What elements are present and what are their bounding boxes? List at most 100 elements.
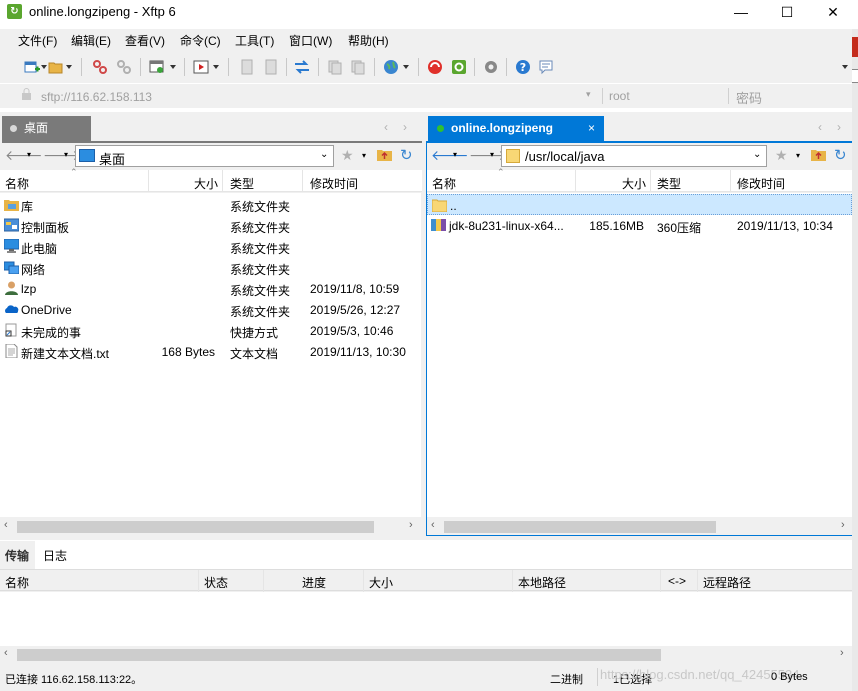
col-status[interactable]: 状态 — [204, 574, 228, 591]
scroll-thumb[interactable] — [17, 649, 661, 661]
tab-local[interactable]: 桌面 — [2, 116, 91, 141]
transfer-mode[interactable]: 二进制 — [550, 671, 583, 687]
minimize-button[interactable]: — — [718, 0, 764, 24]
tab-remote[interactable]: online.longzipeng × — [428, 116, 604, 141]
path-dropdown-icon[interactable]: ⌄ — [320, 149, 328, 160]
password-field[interactable]: 密码 — [736, 88, 762, 107]
tab-scroll-right-icon[interactable]: › — [837, 120, 841, 134]
refresh-icon[interactable]: ↻ — [834, 146, 847, 164]
menu-file[interactable]: 文件(F) — [18, 32, 57, 49]
reconnect-icon[interactable] — [116, 59, 132, 75]
remote-path-input[interactable]: /usr/local/java ⌄ — [501, 145, 767, 167]
path-dropdown-icon[interactable]: ⌄ — [753, 149, 761, 160]
file-row[interactable]: lzp 系统文件夹 2019/11/8, 10:59 — [0, 278, 421, 299]
parent-folder-icon[interactable] — [377, 148, 392, 161]
xftp-icon[interactable] — [451, 59, 467, 75]
forward-dropdown-icon[interactable]: ▾ — [64, 150, 68, 159]
col-local-path[interactable]: 本地路径 — [518, 574, 566, 591]
file-row[interactable]: 新建文本文档.txt 168 Bytes 文本文档 2019/11/13, 10:30 — [0, 341, 421, 362]
file-modified: 2019/11/13, 10:34 — [737, 219, 833, 233]
copy-icon[interactable] — [239, 59, 255, 75]
address-bar: sftp://116.62.158.113 ▾ root 密码 — [0, 84, 852, 108]
col-size[interactable]: 大小 — [194, 175, 218, 192]
menu-window[interactable]: 窗口(W) — [289, 32, 332, 49]
col-modified[interactable]: 修改时间 — [310, 175, 358, 192]
bookmark-dropdown-icon[interactable]: ▾ — [362, 151, 366, 160]
bookmark-star-icon[interactable]: ★ — [775, 147, 788, 164]
transfer-icon[interactable] — [294, 59, 310, 75]
file-row[interactable]: OneDrive 系统文件夹 2019/5/26, 12:27 — [0, 299, 421, 320]
maximize-button[interactable]: ☐ — [764, 0, 810, 24]
file-name: 控制面板 — [21, 221, 70, 235]
help-icon[interactable]: ? — [515, 59, 531, 75]
forward-dropdown-icon[interactable]: ▾ — [490, 150, 494, 159]
refresh-icon[interactable]: ↻ — [400, 146, 413, 164]
col-direction[interactable]: <-> — [668, 574, 686, 588]
local-hscrollbar[interactable]: ‹ › — [0, 518, 421, 535]
user-icon — [4, 281, 19, 295]
parent-folder-icon[interactable] — [811, 148, 826, 161]
tab-scroll-right-icon[interactable]: › — [403, 120, 407, 134]
col-progress[interactable]: 进度 — [302, 574, 326, 591]
address-dropdown-icon[interactable]: ▾ — [586, 89, 591, 100]
close-button[interactable]: ✕ — [810, 0, 856, 24]
back-icon[interactable]: 🡐 — [5, 147, 43, 164]
col-modified[interactable]: 修改时间 — [737, 175, 785, 192]
xftp-app-icon[interactable]: ↻ — [7, 4, 22, 19]
file-row[interactable]: 此电脑 系统文件夹 — [0, 236, 421, 257]
feedback-icon[interactable] — [538, 59, 554, 75]
host-address-field[interactable]: sftp://116.62.158.113 — [41, 90, 152, 104]
bookmark-star-icon[interactable]: ★ — [341, 147, 354, 164]
menu-edit[interactable]: 编辑(E) — [71, 32, 111, 49]
scroll-thumb[interactable] — [444, 521, 716, 533]
col-remote-path[interactable]: 远程路径 — [703, 574, 751, 591]
username-field[interactable]: root — [609, 89, 630, 103]
delete-icon[interactable] — [327, 59, 343, 75]
file-row[interactable]: 未完成的事 快捷方式 2019/5/3, 10:46 — [0, 320, 421, 341]
col-name[interactable]: 名称 — [432, 175, 456, 192]
xshell-icon[interactable] — [427, 59, 443, 75]
globe-icon[interactable] — [383, 59, 399, 75]
tab-transfer[interactable]: 传输 — [5, 547, 29, 564]
back-icon[interactable]: 🡐 — [431, 147, 469, 164]
rename-icon[interactable] — [350, 59, 366, 75]
menu-help[interactable]: 帮助(H) — [348, 32, 389, 49]
tab-scroll-left-icon[interactable]: ‹ — [384, 120, 388, 134]
file-size: 185.16MB — [589, 219, 644, 233]
transfer-hscrollbar[interactable]: ‹ › — [0, 646, 852, 663]
col-name[interactable]: 名称 — [5, 175, 29, 192]
remote-hscrollbar[interactable]: ‹ › — [427, 518, 852, 535]
col-size[interactable]: 大小 — [622, 175, 646, 192]
col-type[interactable]: 类型 — [657, 175, 681, 192]
file-row[interactable]: .. — [427, 194, 852, 215]
lock-icon — [21, 88, 32, 101]
tab-log[interactable]: 日志 — [43, 547, 67, 564]
open-folder-icon[interactable] — [48, 59, 64, 75]
tab-scroll-left-icon[interactable]: ‹ — [818, 120, 822, 134]
paste-icon[interactable] — [263, 59, 279, 75]
selection-size: 0 Bytes — [771, 671, 808, 683]
menu-command[interactable]: 命令(C) — [180, 32, 221, 49]
scroll-thumb[interactable] — [17, 521, 374, 533]
col-type[interactable]: 类型 — [230, 175, 254, 192]
col-size[interactable]: 大小 — [369, 574, 393, 591]
window-title: online.longzipeng - Xftp 6 — [29, 4, 176, 19]
menu-tools[interactable]: 工具(T) — [235, 32, 274, 49]
bookmark-dropdown-icon[interactable]: ▾ — [796, 151, 800, 160]
file-row[interactable]: 库 系统文件夹 — [0, 194, 421, 215]
disconnect-icon[interactable] — [92, 59, 108, 75]
local-pane: 桌面 ‹ › 🡐 ▾ 🡒 ▾ 桌面 ⌄ ★ ▾ ↻ 名称 ⌃ 大小 类型 修改时… — [0, 112, 422, 540]
local-path-input[interactable]: 桌面 ⌄ — [75, 145, 334, 167]
settings-icon[interactable] — [483, 59, 499, 75]
back-dropdown-icon[interactable]: ▾ — [453, 150, 457, 159]
menu-view[interactable]: 查看(V) — [125, 32, 165, 49]
new-session-icon[interactable] — [24, 59, 40, 75]
file-row[interactable]: 控制面板 系统文件夹 — [0, 215, 421, 236]
col-name[interactable]: 名称 — [5, 574, 29, 591]
file-row[interactable]: 网络 系统文件夹 — [0, 257, 421, 278]
new-window-icon[interactable] — [149, 59, 165, 75]
file-row[interactable]: jdk-8u231-linux-x64... 185.16MB 360压缩 2019/… — [427, 215, 852, 236]
terminal-icon[interactable] — [193, 59, 209, 75]
tab-close-icon[interactable]: × — [588, 116, 595, 141]
back-dropdown-icon[interactable]: ▾ — [27, 150, 31, 159]
